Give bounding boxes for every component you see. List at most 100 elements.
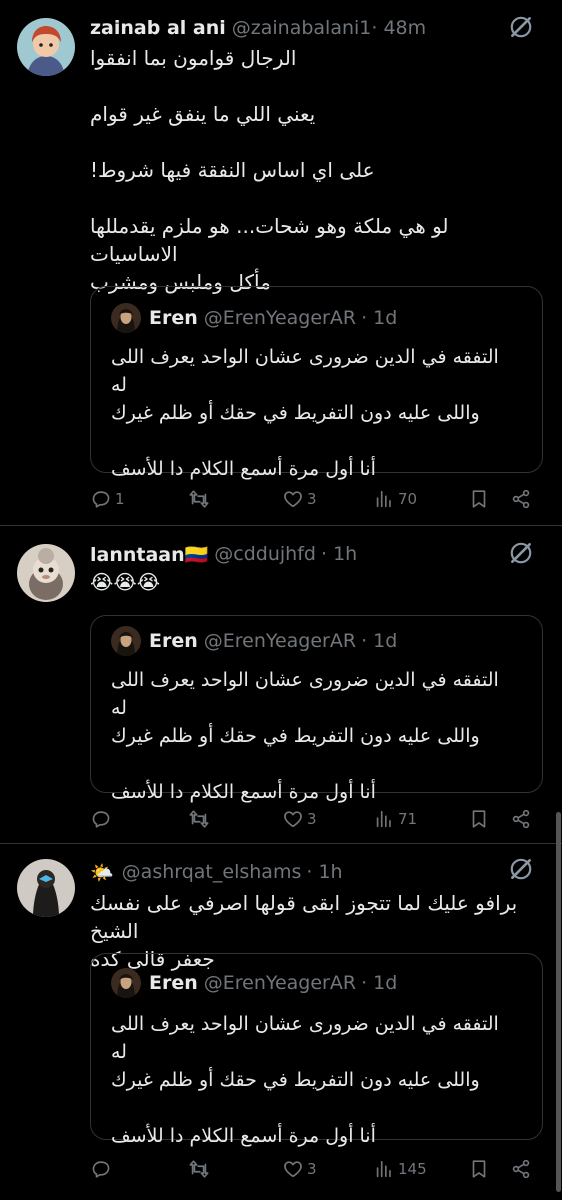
views-button[interactable]: 70 bbox=[373, 484, 417, 514]
quote-avatar bbox=[111, 303, 141, 333]
share-button[interactable] bbox=[510, 484, 532, 514]
like-button[interactable]: 3 bbox=[282, 484, 317, 514]
quote-line: أنا أول مرة أسمع الكلام دا للأسف bbox=[111, 1125, 376, 1147]
grok-icon[interactable] bbox=[508, 540, 534, 566]
quote-avatar bbox=[111, 968, 141, 998]
like-count: 3 bbox=[307, 1160, 317, 1178]
quote-line: واللى عليه دون التفريط في حقك أو ظلم غير… bbox=[111, 725, 480, 747]
action-bar: 1 3 70 bbox=[90, 484, 535, 514]
tweet-line: 😭😭😭 bbox=[90, 570, 161, 594]
like-count: 3 bbox=[307, 490, 317, 508]
reply-button[interactable] bbox=[90, 804, 115, 834]
quote-header: Eren @ErenYeagerAR · 1d bbox=[111, 301, 397, 335]
tweet-text: 😭😭😭 bbox=[90, 568, 542, 596]
retweet-icon bbox=[188, 808, 210, 830]
retweet-icon bbox=[188, 1158, 210, 1180]
avatar[interactable] bbox=[17, 544, 75, 602]
like-button[interactable]: 3 bbox=[282, 1154, 317, 1184]
views-icon bbox=[373, 1158, 395, 1180]
reply-icon bbox=[90, 808, 112, 830]
quote-line: واللى عليه دون التفريط في حقك أو ظلم غير… bbox=[111, 402, 480, 424]
bookmark-button[interactable] bbox=[468, 1154, 490, 1184]
quote-text: التفقه في الدين ضرورى عشان الواحد يعرف ا… bbox=[111, 343, 520, 483]
views-icon bbox=[373, 808, 395, 830]
views-icon bbox=[373, 488, 395, 510]
like-icon bbox=[282, 488, 304, 510]
tweet-line: برافو عليك لما تتجوز ابقى قولها اصرفي عل… bbox=[90, 891, 518, 943]
timestamp[interactable]: · 48m bbox=[371, 17, 426, 39]
quote-line: التفقه في الدين ضرورى عشان الواحد يعرف ا… bbox=[111, 346, 499, 396]
tweet-line: يعني اللي ما ينفق غير قوام bbox=[90, 102, 316, 126]
share-button[interactable] bbox=[510, 804, 532, 834]
quoted-tweet[interactable]: Eren @ErenYeagerAR · 1d التفقه في الدين … bbox=[90, 286, 543, 480]
quote-text: التفقه في الدين ضرورى عشان الواحد يعرف ا… bbox=[111, 1010, 520, 1150]
retweet-button[interactable] bbox=[188, 804, 213, 834]
quoted-tweet[interactable]: Eren @ErenYeagerAR · 1d التفقه في الدين … bbox=[90, 615, 543, 803]
quote-line: أنا أول مرة أسمع الكلام دا للأسف bbox=[111, 781, 376, 803]
action-bar: 3 71 bbox=[90, 804, 535, 834]
quote-timestamp: · 1d bbox=[361, 630, 398, 652]
tweet[interactable]: zainab al ani @zainabalani1 · 48m الرجال… bbox=[0, 0, 562, 525]
views-count: 70 bbox=[398, 490, 418, 508]
views-button[interactable]: 145 bbox=[373, 1154, 427, 1184]
retweet-button[interactable] bbox=[188, 1154, 213, 1184]
grok-icon[interactable] bbox=[508, 856, 534, 882]
bookmark-button[interactable] bbox=[468, 804, 490, 834]
quote-timestamp: · 1d bbox=[361, 307, 398, 329]
reply-button[interactable] bbox=[90, 1154, 115, 1184]
quote-line: التفقه في الدين ضرورى عشان الواحد يعرف ا… bbox=[111, 669, 499, 719]
views-count: 71 bbox=[398, 810, 418, 828]
quote-handle: @ErenYeagerAR bbox=[203, 972, 357, 994]
tweet[interactable]: 🌤️ @ashrqat_elshams · 1h برافو عليك لما … bbox=[0, 844, 562, 1200]
views-count: 145 bbox=[398, 1160, 427, 1178]
quote-line: أنا أول مرة أسمع الكلام دا للأسف bbox=[111, 458, 376, 480]
views-button[interactable]: 71 bbox=[373, 804, 417, 834]
quote-text: التفقه في الدين ضرورى عشان الواحد يعرف ا… bbox=[111, 666, 520, 806]
bookmark-icon bbox=[468, 488, 490, 510]
like-button[interactable]: 3 bbox=[282, 804, 317, 834]
reply-icon bbox=[90, 488, 112, 510]
tweet-header: lanntaan⁢🇨🇴 @cddujhfd · 1h bbox=[90, 540, 542, 568]
timestamp[interactable]: · 1h bbox=[321, 543, 357, 565]
action-bar: 3 145 bbox=[90, 1154, 535, 1184]
like-icon bbox=[282, 1158, 304, 1180]
bookmark-button[interactable] bbox=[468, 484, 490, 514]
display-name[interactable]: 🌤️ bbox=[90, 861, 114, 884]
tweet-header: zainab al ani @zainabalani1 · 48m bbox=[90, 14, 542, 42]
quote-timestamp: · 1d bbox=[361, 972, 398, 994]
bookmark-icon bbox=[468, 1158, 490, 1180]
quote-display-name: Eren bbox=[149, 307, 198, 329]
reply-count: 1 bbox=[115, 490, 125, 508]
display-name[interactable]: zainab al ani bbox=[90, 17, 226, 39]
timestamp[interactable]: · 1h bbox=[306, 861, 342, 883]
scrollbar[interactable] bbox=[556, 812, 561, 1192]
quoted-tweet[interactable]: Eren @ErenYeagerAR · 1d التفقه في الدين … bbox=[90, 953, 543, 1147]
quote-line: واللى عليه دون التفريط في حقك أو ظلم غير… bbox=[111, 1069, 480, 1091]
grok-icon[interactable] bbox=[508, 14, 534, 40]
tweet-text: الرجال قوامون بما انفقوا يعني اللي ما ين… bbox=[90, 44, 542, 296]
quote-display-name: Eren bbox=[149, 972, 198, 994]
avatar[interactable] bbox=[17, 859, 75, 917]
reply-button[interactable]: 1 bbox=[90, 484, 125, 514]
share-button[interactable] bbox=[510, 1154, 532, 1184]
share-icon bbox=[510, 808, 532, 830]
quote-handle: @ErenYeagerAR bbox=[203, 307, 357, 329]
quote-line: التفقه في الدين ضرورى عشان الواحد يعرف ا… bbox=[111, 1013, 499, 1063]
tweet[interactable]: lanntaan⁢🇨🇴 @cddujhfd · 1h 😭😭😭 Eren @Ere… bbox=[0, 526, 562, 843]
user-handle[interactable]: @zainabalani1 bbox=[232, 17, 372, 39]
share-icon bbox=[510, 488, 532, 510]
retweet-button[interactable] bbox=[188, 484, 213, 514]
quote-header: Eren @ErenYeagerAR · 1d bbox=[111, 624, 397, 658]
share-icon bbox=[510, 1158, 532, 1180]
user-handle[interactable]: @cddujhfd bbox=[214, 543, 316, 565]
user-handle[interactable]: @ashrqat_elshams bbox=[122, 861, 302, 883]
display-name[interactable]: lanntaan⁢🇨🇴 bbox=[90, 543, 208, 566]
tweet-line: لو هي ملكة وهو شحات... هو ملزم يقدمللها … bbox=[90, 214, 449, 266]
avatar[interactable] bbox=[17, 18, 75, 76]
quote-display-name: Eren bbox=[149, 630, 198, 652]
quote-header: Eren @ErenYeagerAR · 1d bbox=[111, 966, 397, 1000]
